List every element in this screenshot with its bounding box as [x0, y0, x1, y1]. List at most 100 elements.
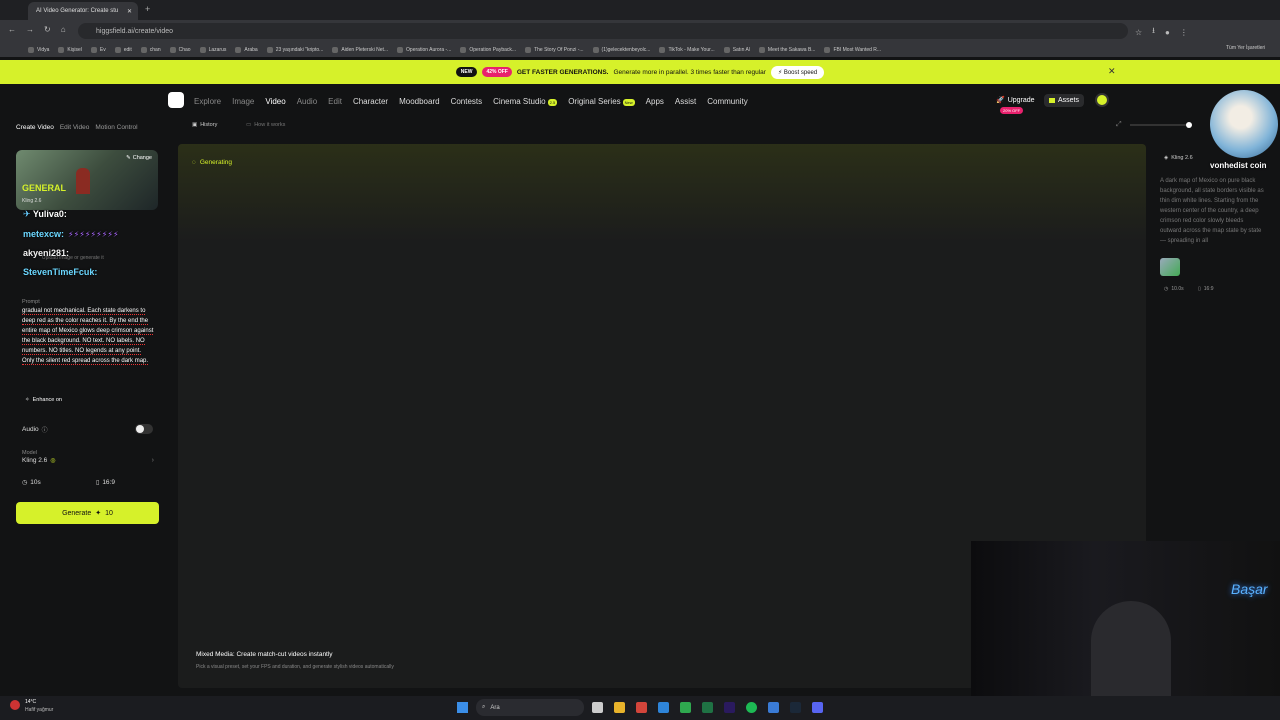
download-icon[interactable]: ⭳	[1152, 25, 1155, 39]
logo-icon[interactable]	[168, 92, 184, 108]
reload-icon[interactable]: ↻	[44, 25, 51, 34]
prompt-textarea[interactable]: gradual not mechanical. Each state darke…	[22, 306, 154, 366]
bookmark-item[interactable]: Chao	[169, 46, 191, 53]
bookmark-item[interactable]: 23 yaşındaki "kripto...	[266, 46, 323, 53]
how-it-works-tab[interactable]: ▭ How it works	[246, 122, 285, 128]
browser-tab-strip	[0, 0, 1280, 20]
chrome-icon[interactable]	[680, 702, 691, 713]
steam-icon[interactable]	[790, 702, 801, 713]
preset-card[interactable]: GENERAL Kling 2.6 ✎ Change	[16, 150, 158, 210]
audio-toggle[interactable]	[135, 424, 153, 434]
toggle-knob	[136, 425, 144, 433]
footer-title[interactable]: Mixed Media: Create match-cut videos ins…	[196, 651, 333, 658]
enhance-toggle[interactable]: ✧ Enhance on	[25, 397, 62, 403]
expand-icon[interactable]: ⤢	[1116, 121, 1122, 129]
audio-row: Audio ⓘ	[22, 425, 48, 434]
bookmark-item[interactable]: Vidya	[28, 46, 49, 53]
upgrade-button[interactable]: 🚀 Upgrade	[996, 96, 1035, 105]
nav-item-community[interactable]: Community	[707, 97, 747, 106]
bookmark-label: Kişisel	[67, 46, 82, 53]
taskbar-search[interactable]: ⌕ Ara	[476, 699, 584, 716]
task-view-icon[interactable]	[592, 702, 603, 713]
tab-edit-video[interactable]: Edit Video	[60, 124, 90, 131]
chevron-right-icon: ›	[151, 457, 154, 464]
premiere-icon[interactable]	[724, 702, 735, 713]
bookmark-item[interactable]: Ev	[90, 46, 106, 53]
discord-icon[interactable]	[812, 702, 823, 713]
duration-selector[interactable]: ◷ 10s	[22, 479, 41, 486]
generate-button[interactable]: Generate ✦ 10	[16, 502, 159, 524]
new-tab-icon[interactable]: +	[145, 4, 150, 14]
folder-icon	[235, 46, 242, 53]
nav-item-moodboard[interactable]: Moodboard	[399, 97, 439, 106]
assets-button[interactable]: Assets	[1044, 94, 1085, 107]
chat-line-4: StevenTimeFcuk:	[23, 267, 97, 277]
bookmark-item[interactable]: Araba	[235, 46, 258, 53]
model-selector[interactable]: Kling 2.6 ◎ ›	[22, 457, 154, 464]
home-icon[interactable]: ⌂	[61, 25, 66, 34]
bookmark-item[interactable]: Operation Aurora -...	[397, 46, 451, 53]
star-icon[interactable]: ☆	[1135, 28, 1142, 37]
back-icon[interactable]: ←	[8, 25, 16, 34]
browser-tab[interactable]: AI Video Generator: Create stu ✕	[28, 2, 138, 20]
bookmark-label: Lazarus	[208, 46, 227, 53]
spotify-icon[interactable]	[746, 702, 757, 713]
profile-icon[interactable]: ●	[1165, 28, 1170, 37]
nav-label: Assist	[674, 96, 697, 106]
change-button[interactable]: ✎ Change	[126, 155, 152, 161]
zoom-slider[interactable]	[1130, 122, 1192, 128]
nav-item-contests[interactable]: Contests	[451, 97, 483, 106]
bookmark-item[interactable]: Operation Payback...	[460, 46, 516, 53]
tab-motion-control[interactable]: Motion Control	[95, 124, 137, 131]
nav-item-audio[interactable]: Audio	[297, 97, 317, 106]
app-icon[interactable]	[658, 702, 669, 713]
nav-item-original-series[interactable]: Original Series New	[568, 97, 635, 106]
prompt-text: gradual not mechanical. Each state darke…	[22, 308, 154, 365]
bookmark-item[interactable]: FBI Most Wanted R...	[824, 46, 881, 53]
bookmark-item[interactable]: (1)gelecektenbeyolc...	[592, 46, 650, 53]
info-icon: ⓘ	[41, 428, 48, 434]
user-avatar[interactable]	[1095, 93, 1109, 107]
bookmark-item[interactable]: Lazarus	[199, 46, 227, 53]
ratio-selector[interactable]: ▯ 16:9	[96, 479, 115, 486]
folder-icon	[266, 46, 273, 53]
nav-item-explore[interactable]: Explore	[194, 97, 221, 106]
menu-icon[interactable]: ⋮	[1180, 28, 1188, 37]
app-icon[interactable]	[636, 702, 647, 713]
right-duration: ◷ 10.0s	[1164, 286, 1184, 292]
all-bookmarks[interactable]: Tüm Yer İşaretleri	[1226, 45, 1265, 51]
nav-item-video[interactable]: Video	[265, 97, 285, 106]
forward-icon[interactable]: →	[26, 25, 34, 34]
nav-item-character[interactable]: Character	[353, 97, 388, 106]
nav-item-image[interactable]: Image	[232, 97, 254, 106]
nav-item-assist[interactable]: Assist	[675, 97, 696, 106]
history-tab[interactable]: ▣ History	[192, 122, 217, 128]
reference-thumbnail[interactable]	[1160, 258, 1180, 276]
zoom-handle[interactable]	[1186, 122, 1192, 128]
folder-icon	[58, 46, 65, 53]
tab-create-video[interactable]: Create Video	[16, 124, 54, 131]
folder-icon	[199, 46, 206, 53]
bookmark-item[interactable]: edit	[114, 46, 132, 53]
nav-item-edit[interactable]: Edit	[328, 97, 342, 106]
bookmark-item[interactable]: TikTok - Make Your...	[659, 46, 715, 53]
bookmark-item[interactable]: Kişisel	[58, 46, 82, 53]
bookmark-item[interactable]: Meet the Sakawa B...	[758, 46, 815, 53]
nav-item-apps[interactable]: Apps	[646, 97, 664, 106]
weather-desc: Hafif yağmur	[25, 707, 54, 713]
bookmark-item[interactable]: chan	[140, 46, 161, 53]
bookmark-item[interactable]: Aiden Pleterski Net...	[332, 46, 388, 53]
explorer-icon[interactable]	[614, 702, 625, 713]
bookmark-item[interactable]: Satın Al	[723, 46, 750, 53]
close-icon[interactable]: ✕	[127, 8, 132, 15]
url-input[interactable]: higgsfield.ai/create/video	[78, 23, 1128, 39]
close-banner-icon[interactable]: ✕	[1108, 66, 1116, 77]
bookmark-item[interactable]: The Story Of Ponzi -...	[525, 46, 584, 53]
excel-icon[interactable]	[702, 702, 713, 713]
photos-icon[interactable]	[768, 702, 779, 713]
boost-speed-button[interactable]: ⚡ Boost speed	[770, 65, 825, 79]
upgrade-label: Upgrade	[1007, 96, 1035, 104]
windows-start-icon[interactable]	[457, 702, 468, 713]
nav-item-cinema-studio[interactable]: Cinema Studio 2.5	[493, 97, 558, 106]
generate-cost: 10	[105, 509, 113, 517]
